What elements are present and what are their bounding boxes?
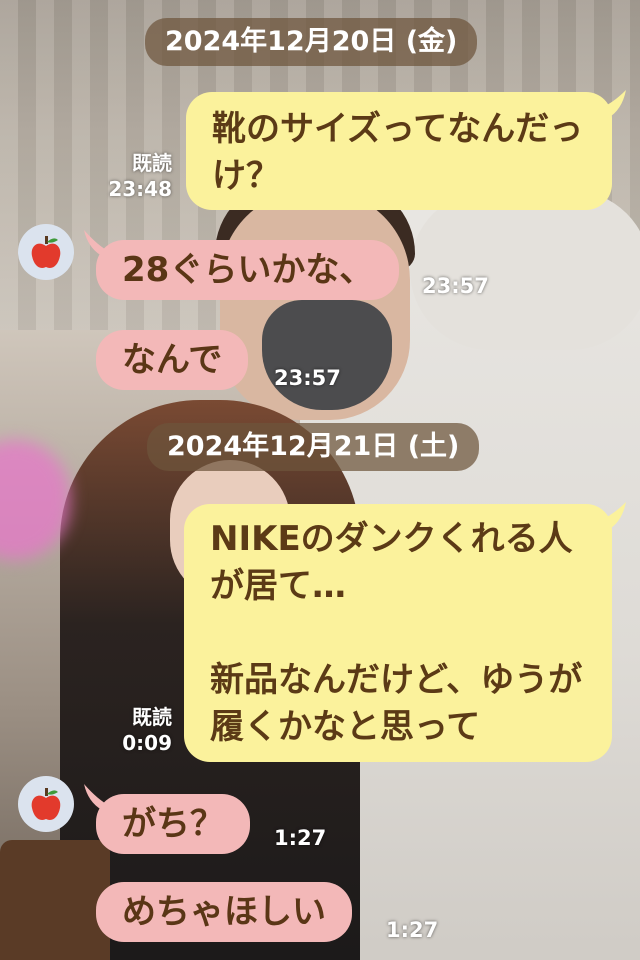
message-bubble-incoming[interactable]: 28ぐらいかな、 (96, 240, 400, 300)
message-time: 23:48 (108, 177, 172, 201)
message-time: 1:27 (274, 826, 327, 850)
date-separator: 2024年12月20日 (金) (145, 18, 478, 66)
message-bubble-incoming[interactable]: なんで (96, 330, 249, 390)
message-text: 28ぐらいかな、 (122, 250, 374, 290)
bubble-tail (600, 502, 626, 530)
message-time: 1:27 (386, 918, 439, 942)
message-text: 靴のサイズってなんだっけ？ (212, 109, 584, 196)
message-time: 23:57 (422, 274, 489, 298)
message-text: めちゃほしい (122, 892, 326, 932)
message-bubble-outgoing[interactable]: 靴のサイズってなんだっけ？ (186, 92, 612, 210)
message-time: 23:57 (274, 366, 341, 390)
apple-icon (31, 788, 61, 820)
message-text: なんで (122, 340, 223, 380)
date-separator: 2024年12月21日 (土) (147, 423, 480, 471)
read-receipt: 既読 (132, 705, 172, 729)
bubble-tail (600, 90, 626, 118)
message-text: がち？ (122, 804, 224, 844)
contact-avatar[interactable] (18, 224, 74, 280)
read-receipt: 既読 (132, 151, 172, 175)
message-status: 既読 0:09 (98, 704, 172, 756)
message-bubble-incoming[interactable]: がち？ (96, 794, 250, 854)
apple-icon (31, 236, 61, 268)
message-bubble-incoming[interactable]: めちゃほしい (96, 882, 352, 942)
message-status: 既読 23:48 (98, 150, 172, 202)
message-text: NIKEのダンクくれる人が居て… 新品なんだけど、ゆうが履くかなと思って (210, 519, 583, 747)
message-time: 0:09 (122, 731, 172, 755)
message-bubble-outgoing[interactable]: NIKEのダンクくれる人が居て… 新品なんだけど、ゆうが履くかなと思って (184, 504, 612, 762)
contact-avatar[interactable] (18, 776, 74, 832)
